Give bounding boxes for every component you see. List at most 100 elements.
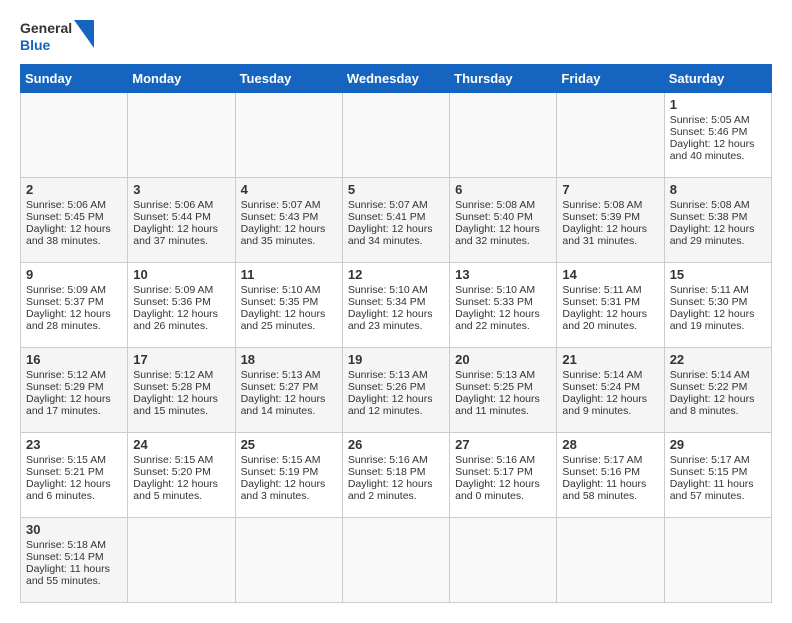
- sunset-text: Sunset: 5:22 PM: [670, 381, 748, 393]
- calendar-cell: 14Sunrise: 5:11 AMSunset: 5:31 PMDayligh…: [557, 262, 664, 347]
- calendar-table: SundayMondayTuesdayWednesdayThursdayFrid…: [20, 64, 772, 603]
- sunrise-text: Sunrise: 5:10 AM: [241, 284, 321, 296]
- sunset-text: Sunset: 5:45 PM: [26, 211, 104, 223]
- sunrise-text: Sunrise: 5:06 AM: [133, 199, 213, 211]
- sunrise-text: Sunrise: 5:10 AM: [455, 284, 535, 296]
- logo: GeneralBlue: [20, 20, 94, 54]
- daylight-text: Daylight: 12 hours and 25 minutes.: [241, 308, 326, 332]
- calendar-header-row: SundayMondayTuesdayWednesdayThursdayFrid…: [21, 64, 772, 92]
- sunset-text: Sunset: 5:44 PM: [133, 211, 211, 223]
- calendar-cell: 30Sunrise: 5:18 AMSunset: 5:14 PMDayligh…: [21, 517, 128, 602]
- day-number: 26: [348, 437, 444, 452]
- sunrise-text: Sunrise: 5:09 AM: [26, 284, 106, 296]
- calendar-cell: 1Sunrise: 5:05 AMSunset: 5:46 PMDaylight…: [664, 92, 771, 177]
- calendar-cell: 8Sunrise: 5:08 AMSunset: 5:38 PMDaylight…: [664, 177, 771, 262]
- daylight-text: Daylight: 12 hours and 9 minutes.: [562, 393, 647, 417]
- calendar-cell: 6Sunrise: 5:08 AMSunset: 5:40 PMDaylight…: [450, 177, 557, 262]
- calendar-cell: [664, 517, 771, 602]
- calendar-week-row: 30Sunrise: 5:18 AMSunset: 5:14 PMDayligh…: [21, 517, 772, 602]
- calendar-cell: 15Sunrise: 5:11 AMSunset: 5:30 PMDayligh…: [664, 262, 771, 347]
- calendar-cell: 23Sunrise: 5:15 AMSunset: 5:21 PMDayligh…: [21, 432, 128, 517]
- calendar-body: 1 Sunrise: 5:05 AMSunset: 5:46 PM Daylight…: [21, 92, 772, 602]
- day-number: 4: [241, 182, 337, 197]
- sunset-text: Sunset: 5:43 PM: [241, 211, 319, 223]
- sunset-text: Sunset: 5:40 PM: [455, 211, 533, 223]
- logo-blue: Blue: [20, 37, 50, 53]
- sunset-text: Sunset: 5:39 PM: [562, 211, 640, 223]
- daylight-text: Daylight: 12 hours and 22 minutes.: [455, 308, 540, 332]
- day-number: 23: [26, 437, 122, 452]
- calendar-week-row: 23Sunrise: 5:15 AMSunset: 5:21 PMDayligh…: [21, 432, 772, 517]
- calendar-cell: [557, 92, 664, 177]
- day-number: 18: [241, 352, 337, 367]
- sunset-text: Sunset: 5:35 PM: [241, 296, 319, 308]
- calendar-cell: 10 Sunrise: 5:09 AMSunset: 5:36 PMDayligh…: [128, 262, 235, 347]
- sunset-text: Sunset: 5:36 PM: [133, 296, 211, 308]
- sunset-text: Sunset: 5:30 PM: [670, 296, 748, 308]
- day-number: 22: [670, 352, 766, 367]
- daylight-text: Daylight: 12 hours and 15 minutes.: [133, 393, 218, 417]
- sunrise-text: Sunrise: 5:17 AM: [670, 454, 750, 466]
- daylight-text: Daylight: 12 hours and 26 minutes.: [133, 308, 218, 332]
- sunset-text: Sunset: 5:37 PM: [26, 296, 104, 308]
- calendar-week-row: 2Sunrise: 5:06 AMSunset: 5:45 PMDaylight…: [21, 177, 772, 262]
- day-header-thursday: Thursday: [450, 64, 557, 92]
- calendar-cell: 16Sunrise: 5:12 AMSunset: 5:29 PMDayligh…: [21, 347, 128, 432]
- sunset-text: Sunset: 5:14 PM: [26, 551, 104, 563]
- day-number: 7: [562, 182, 658, 197]
- daylight-text: Daylight: 12 hours and 11 minutes.: [455, 393, 540, 417]
- day-number: 20: [455, 352, 551, 367]
- sunrise-text: Sunrise: 5:11 AM: [670, 284, 749, 296]
- calendar-cell: [235, 517, 342, 602]
- daylight-text: Daylight: 12 hours and 38 minutes.: [26, 223, 111, 247]
- daylight-text: Daylight: 12 hours and 3 minutes.: [241, 478, 326, 502]
- daylight-text: Daylight: 12 hours and 34 minutes.: [348, 223, 433, 247]
- calendar-cell: 5Sunrise: 5:07 AMSunset: 5:41 PMDaylight…: [342, 177, 449, 262]
- sunset-text: Sunset: 5:25 PM: [455, 381, 533, 393]
- calendar-week-row: 9Sunrise: 5:09 AMSunset: 5:37 PMDaylight…: [21, 262, 772, 347]
- sunrise-text: Sunrise: 5:07 AM: [348, 199, 428, 211]
- calendar-cell: 19Sunrise: 5:13 AMSunset: 5:26 PMDayligh…: [342, 347, 449, 432]
- daylight-text: Daylight: 12 hours and 8 minutes.: [670, 393, 755, 417]
- daylight-text: Daylight: 12 hours and 5 minutes.: [133, 478, 218, 502]
- calendar-cell: 27Sunrise: 5:16 AMSunset: 5:17 PMDayligh…: [450, 432, 557, 517]
- day-number: 10: [133, 267, 229, 282]
- sunset-text: Sunset: 5:46 PM: [670, 126, 748, 138]
- daylight-text: Daylight: 11 hours and 58 minutes.: [562, 478, 646, 502]
- calendar-cell: [21, 92, 128, 177]
- calendar-cell: 4 Sunrise: 5:07 AMSunset: 5:43 PMDaylight…: [235, 177, 342, 262]
- day-number: 1: [670, 97, 766, 112]
- calendar-cell: [235, 92, 342, 177]
- sunset-text: Sunset: 5:28 PM: [133, 381, 211, 393]
- day-number: 5: [348, 182, 444, 197]
- day-number: 12: [348, 267, 444, 282]
- sunrise-text: Sunrise: 5:12 AM: [26, 369, 106, 381]
- sunrise-text: Sunrise: 5:12 AM: [133, 369, 213, 381]
- daylight-text: Daylight: 12 hours and 14 minutes.: [241, 393, 326, 417]
- sunrise-text: Sunrise: 5:09 AM: [133, 284, 213, 296]
- daylight-text: Daylight: 12 hours and 35 minutes.: [241, 223, 326, 247]
- calendar-cell: [450, 517, 557, 602]
- sunrise-text: Sunrise: 5:06 AM: [26, 199, 106, 211]
- daylight-text: Daylight: 12 hours and 29 minutes.: [670, 223, 755, 247]
- daylight-text: Daylight: 12 hours and 28 minutes.: [26, 308, 111, 332]
- calendar-cell: 3Sunrise: 5:06 AMSunset: 5:44 PMDaylight…: [128, 177, 235, 262]
- calendar-cell: 2Sunrise: 5:06 AMSunset: 5:45 PMDaylight…: [21, 177, 128, 262]
- calendar-cell: 26Sunrise: 5:16 AMSunset: 5:18 PMDayligh…: [342, 432, 449, 517]
- day-header-friday: Friday: [557, 64, 664, 92]
- sunrise-text: Sunrise: 5:05 AM: [670, 114, 750, 126]
- daylight-text: Daylight: 12 hours and 12 minutes.: [348, 393, 433, 417]
- day-number: 11: [241, 267, 337, 282]
- calendar-cell: [342, 92, 449, 177]
- sunset-text: Sunset: 5:16 PM: [562, 466, 640, 478]
- day-number: 19: [348, 352, 444, 367]
- calendar-cell: 28Sunrise: 5:17 AMSunset: 5:16 PMDayligh…: [557, 432, 664, 517]
- calendar-cell: 22Sunrise: 5:14 AMSunset: 5:22 PMDayligh…: [664, 347, 771, 432]
- day-number: 27: [455, 437, 551, 452]
- sunset-text: Sunset: 5:18 PM: [348, 466, 426, 478]
- sunrise-text: Sunrise: 5:11 AM: [562, 284, 641, 296]
- daylight-text: Daylight: 12 hours and 0 minutes.: [455, 478, 540, 502]
- daylight-text: Daylight: 12 hours and 19 minutes.: [670, 308, 755, 332]
- sunrise-text: Sunrise: 5:07 AM: [241, 199, 321, 211]
- day-number: 3: [133, 182, 229, 197]
